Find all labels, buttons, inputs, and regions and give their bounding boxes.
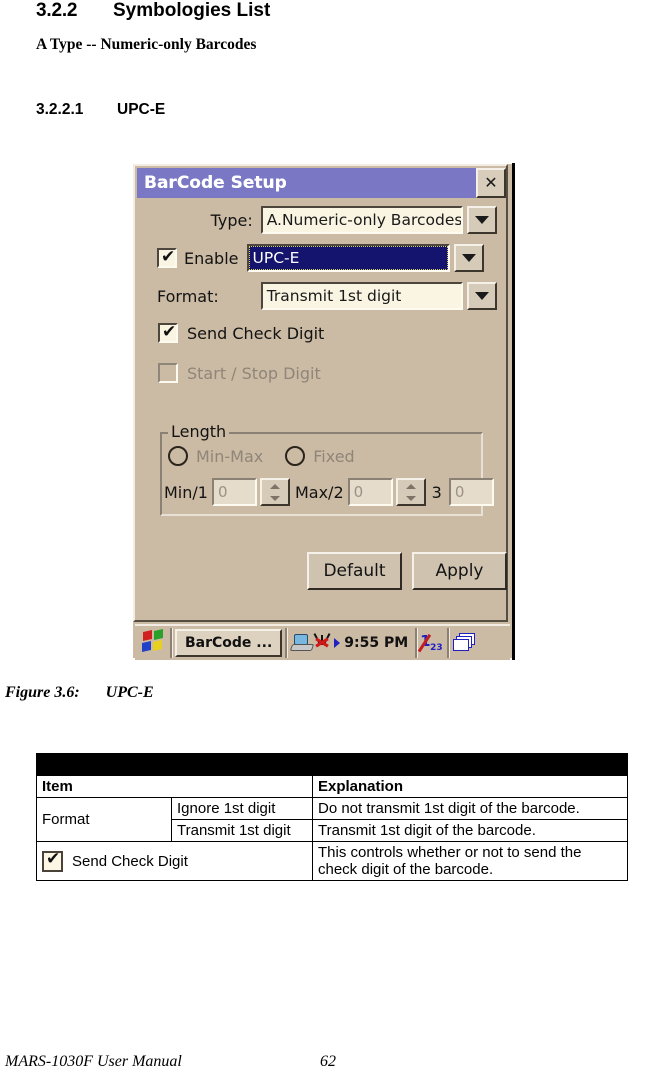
chevron-down-icon [405,495,416,501]
format-row: Format: Transmit 1st digit [157,282,498,310]
row-explanation-send-check-digit: This controls whether or not to send the… [312,841,628,881]
max-input: 0 [347,478,393,506]
taskbar-clock: 9:55 PM [344,635,409,651]
dialog-titlebar: BarCode Setup ✕ [137,168,506,198]
close-icon[interactable]: ✕ [476,168,506,198]
chevron-up-icon [405,483,416,489]
length-values-row: Min/1 0 Max/2 0 3 0 [164,478,494,506]
max-stepper [395,478,426,506]
type-row: Type: A.Numeric-only Barcodes [157,206,498,234]
chevron-down-icon [269,495,280,501]
row-sub-ignore: Ignore 1st digit [171,797,313,820]
start-stop-digit-checkbox [158,363,178,383]
row-item-send-check-digit: ✔ Send Check Digit [36,841,313,881]
explanation-table: Table 3.5: UPC-E Explanation Item Explan… [36,753,628,881]
desktop-connection-icon[interactable] [289,634,315,652]
table-caption-row: Table 3.5: UPC-E Explanation [36,753,628,776]
page-footer: MARS-1030F User Manual 62 [0,1053,653,1077]
type-label: Type: [210,210,253,230]
send-check-digit-label: Send Check Digit [187,323,325,343]
figure-number: Figure 3.6: [5,684,80,701]
dialog-title: BarCode Setup [144,173,287,193]
length-groupbox: Length Min-Max Fixed Min/1 0 Max/2 0 3 0 [160,422,494,516]
chevron-down-icon[interactable] [453,244,484,272]
min-stepper [259,478,290,506]
chevron-up-icon [269,483,280,489]
length-group-label: Length [168,422,230,441]
fixed-label: Fixed [313,446,355,466]
default-button[interactable]: Default [307,552,402,590]
symbology-combo[interactable]: UPC-E [246,244,450,272]
table-row: Format Ignore 1st digit Do not transmit … [36,797,628,842]
device-screenshot: BarCode Setup ✕ Type: A.Numeric-only Bar… [133,163,515,660]
section-number: 3.2.2 [36,0,78,21]
page-root: 3.2.2 Symbologies List A Type -- Numeric… [0,0,653,1077]
minmax-radio [168,446,188,466]
max-label: Max/2 [294,482,344,502]
row-item-format: Format [36,797,172,842]
table-header-row: Item Explanation [36,775,628,798]
third-label: 3 [431,482,442,502]
checkbox-icon: ✔ [42,849,63,872]
row-explanation-transmit: Transmit 1st digit of the barcode. [312,819,628,842]
format-combo[interactable]: Transmit 1st digit [260,282,464,310]
enable-checkbox[interactable]: ✔ [157,247,177,268]
minmax-label: Min-Max [196,446,264,466]
barcode-setup-dialog: BarCode Setup ✕ Type: A.Numeric-only Bar… [133,164,510,660]
figure-caption: Figure 3.6: UPC-E [5,684,154,702]
start-stop-digit-row: Start / Stop Digit [158,363,321,383]
windows-ce-flag-icon[interactable] [139,629,167,656]
footer-manual-name: MARS-1030F User Manual [5,1053,182,1070]
chevron-down-icon[interactable] [467,282,498,310]
subsection-title: UPC-E [117,101,166,118]
length-radio-row: Min-Max Fixed [168,446,355,466]
min-label: Min/1 [164,482,208,502]
pen-keyboard-icon[interactable]: 1 23 [417,631,444,655]
no-signal-icon[interactable] [313,633,333,653]
table-row: ✔ Send Check Digit This controls whether… [36,841,628,881]
play-arrow-icon [334,638,341,648]
taskbar-barcode-button[interactable]: BarCode ... [175,629,283,657]
header-explanation: Explanation [312,775,628,798]
table-caption: Table 3.5: UPC-E Explanation [36,753,628,776]
figure-title: UPC-E [105,684,154,701]
send-check-digit-row[interactable]: ✔ Send Check Digit [158,322,325,343]
min-input: 0 [211,478,257,506]
header-item: Item [36,775,313,798]
row-label-send-check-digit: Send Check Digit [72,852,188,870]
subsection-type-a: A Type -- Numeric-only Barcodes [36,36,257,53]
row-explanation-ignore: Do not transmit 1st digit of the barcode… [312,797,628,820]
check-icon: ✔ [161,247,176,267]
enable-row: ✔ Enable UPC-E [157,244,497,272]
cascade-windows-icon[interactable] [452,633,476,653]
send-check-digit-checkbox[interactable]: ✔ [158,322,178,343]
fixed-radio [285,446,306,466]
third-input: 0 [448,478,494,506]
section-title: Symbologies List [113,0,271,21]
start-stop-digit-label: Start / Stop Digit [187,363,321,383]
chevron-down-icon[interactable] [467,206,498,234]
row-sub-transmit: Transmit 1st digit [171,819,313,842]
apply-button[interactable]: Apply [412,552,507,590]
subsection-number: 3.2.2.1 [36,101,84,118]
taskbar: BarCode ... 9:55 PM 1 [135,624,510,660]
format-label: Format: [157,286,219,306]
type-combo[interactable]: A.Numeric-only Barcodes [260,206,464,234]
footer-page-number: 62 [320,1053,336,1070]
check-icon: ✔ [162,322,177,342]
enable-label: Enable [184,248,239,268]
